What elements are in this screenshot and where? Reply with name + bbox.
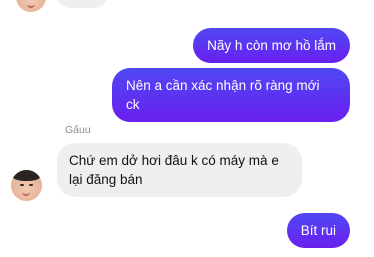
incoming-bubble-partial: [56, 0, 108, 8]
message-text: Nãy h còn mơ hồ lắm: [207, 38, 336, 53]
message-text: Bít rui: [300, 223, 336, 238]
message-text: Nên a cần xác nhận rõ ràng mới ck: [126, 78, 320, 112]
outgoing-message-bubble[interactable]: Nãy h còn mơ hồ lắm: [193, 28, 350, 63]
contact-avatar-top[interactable]: [16, 0, 46, 12]
outgoing-message-bubble[interactable]: Bít rui: [286, 213, 350, 248]
sender-name: Gấuu: [65, 124, 91, 136]
contact-avatar[interactable]: [11, 170, 42, 201]
message-text: Chứ em dở hơi đâu k có máy mà e lại đăng…: [69, 153, 279, 187]
incoming-message-bubble[interactable]: Chứ em dở hơi đâu k có máy mà e lại đăng…: [57, 143, 302, 197]
outgoing-message-bubble[interactable]: Nên a cần xác nhận rõ ràng mới ck: [112, 68, 350, 122]
chat-thread[interactable]: Nãy h còn mơ hồ lắm Nên a cần xác nhận r…: [0, 0, 374, 257]
